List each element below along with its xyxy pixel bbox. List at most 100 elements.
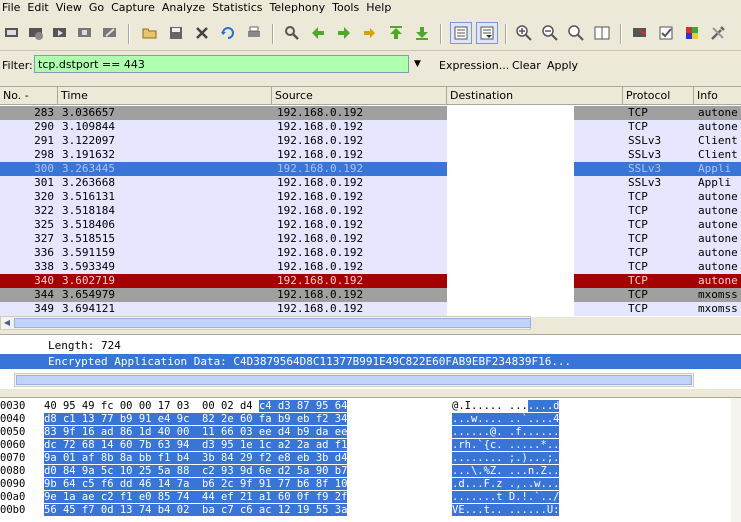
scroll-left-icon[interactable]: ◀ — [1, 317, 13, 329]
packet-row[interactable]: 291 3.122097 192.168.0.192 SSLv3 Client — [0, 134, 741, 148]
hex-ascii-selected: ......@. .f...... — [452, 426, 560, 438]
menu-statistics[interactable]: Statistics — [210, 0, 267, 16]
menu-edit[interactable]: Edit — [25, 0, 53, 16]
details-scroll-thumb[interactable] — [16, 375, 692, 385]
display-filters-icon[interactable] — [656, 23, 676, 43]
packet-protocol: TCP — [628, 204, 648, 217]
packet-row[interactable]: 322 3.518184 192.168.0.192 TCP autone — [0, 204, 741, 218]
packet-row[interactable]: 290 3.109844 192.168.0.192 TCP autone — [0, 120, 741, 134]
menu-telephony[interactable]: Telephony — [268, 0, 331, 16]
packet-time: 3.122097 — [62, 134, 115, 147]
capture-filters-icon[interactable] — [630, 23, 650, 43]
reload-icon[interactable] — [218, 23, 238, 43]
hex-row[interactable]: 0050 83 9f 16 ad 86 1d 40 00 11 66 03 ee … — [0, 426, 741, 438]
find-icon[interactable] — [282, 23, 302, 43]
hex-ascii: .......t D.!.`../ — [452, 491, 592, 503]
hex-row[interactable]: 00b0 56 45 f7 0d 13 74 b4 02 ba c7 c6 ac … — [0, 504, 741, 516]
hex-row[interactable]: 0060 dc 72 68 14 60 7b 63 94 d3 95 1e 1c … — [0, 439, 741, 451]
zoom-in-icon[interactable] — [514, 23, 534, 43]
packet-time: 3.518515 — [62, 232, 115, 245]
packet-list-scroll-thumb[interactable] — [14, 318, 531, 328]
packet-no: 320 — [34, 190, 54, 203]
packet-destination — [447, 274, 574, 288]
packet-source: 192.168.0.192 — [277, 176, 364, 189]
apply-button[interactable]: Apply — [547, 59, 578, 72]
preferences-icon[interactable] — [708, 23, 728, 43]
hex-bytes: 9b 64 c5 f6 dd 46 14 7a b6 2c 9f 91 77 b… — [44, 478, 429, 490]
autoscroll-icon[interactable] — [476, 22, 498, 44]
save-file-icon[interactable] — [166, 23, 186, 43]
hex-ascii: @.I..... .......d — [452, 400, 592, 412]
packet-protocol: TCP — [628, 106, 648, 119]
filter-history-dropdown-icon[interactable]: ▼ — [414, 59, 421, 69]
packet-row[interactable]: 327 3.518515 192.168.0.192 TCP autone — [0, 232, 741, 246]
packet-row[interactable]: 344 3.654979 192.168.0.192 TCP mxomss — [0, 288, 741, 302]
packet-destination — [447, 246, 574, 260]
column-header-no[interactable]: No. - — [0, 87, 58, 104]
forward-icon[interactable] — [334, 23, 354, 43]
menu-file[interactable]: File — [0, 0, 25, 16]
restart-capture-icon[interactable] — [100, 23, 120, 43]
capture-options-icon[interactable] — [26, 23, 46, 43]
packet-row[interactable]: 300 3.263445 192.168.0.192 SSLv3 Appli — [0, 162, 741, 176]
menu-analyze[interactable]: Analyze — [160, 0, 210, 16]
open-file-icon[interactable] — [140, 23, 160, 43]
packet-no: 344 — [34, 288, 54, 301]
clear-button[interactable]: Clear — [512, 59, 541, 72]
back-icon[interactable] — [308, 23, 328, 43]
hex-bytes: 83 9f 16 ad 86 1d 40 00 11 66 03 ee d4 b… — [44, 426, 429, 438]
detail-length-line[interactable]: Length: 724 — [0, 338, 741, 353]
expression-button[interactable]: Expression... — [439, 59, 509, 72]
detail-encrypted-data-line[interactable]: Encrypted Application Data: C4D3879564D8… — [0, 354, 741, 369]
packet-list-hscrollbar[interactable]: ◀ — [0, 316, 531, 330]
packet-row[interactable]: 336 3.591159 192.168.0.192 TCP autone — [0, 246, 741, 260]
details-hscrollbar[interactable] — [14, 373, 694, 387]
hex-row[interactable]: 0030 40 95 49 fc 00 00 17 03 00 02 d4 c4 … — [0, 400, 741, 412]
stop-capture-icon[interactable] — [75, 23, 95, 43]
interface-list-icon[interactable] — [2, 23, 22, 43]
start-capture-icon[interactable] — [50, 23, 70, 43]
coloring-rules-icon[interactable] — [682, 23, 702, 43]
packet-info: autone — [698, 260, 738, 273]
first-packet-icon[interactable] — [386, 23, 406, 43]
hex-bytes: d0 84 9a 5c 10 25 5a 88 c2 93 9d 6e d2 5… — [44, 465, 429, 477]
packet-row[interactable]: 325 3.518406 192.168.0.192 TCP autone — [0, 218, 741, 232]
menu-tools[interactable]: Tools — [330, 0, 364, 16]
close-file-icon[interactable] — [192, 23, 212, 43]
column-header-protocol[interactable]: Protocol — [623, 87, 694, 104]
hex-row[interactable]: 0090 9b 64 c5 f6 dd 46 14 7a b6 2c 9f 91 … — [0, 478, 741, 490]
column-header-source[interactable]: Source — [272, 87, 447, 104]
packet-row[interactable]: 340 3.602719 192.168.0.192 TCP autone — [0, 274, 741, 288]
zoom-normal-icon[interactable] — [566, 23, 586, 43]
packet-row[interactable]: 320 3.516131 192.168.0.192 TCP autone — [0, 190, 741, 204]
hex-row[interactable]: 00a0 9e 1a ae c2 f1 e0 85 74 44 ef 21 a1 … — [0, 491, 741, 503]
packet-row[interactable]: 283 3.036657 192.168.0.192 TCP autone — [0, 106, 741, 120]
packet-row[interactable]: 338 3.593349 192.168.0.192 TCP autone — [0, 260, 741, 274]
print-icon[interactable] — [244, 23, 264, 43]
last-packet-icon[interactable] — [412, 23, 432, 43]
column-header-destination[interactable]: Destination — [447, 87, 623, 104]
packet-info: autone — [698, 218, 738, 231]
hex-row[interactable]: 0080 d0 84 9a 5c 10 25 5a 88 c2 93 9d 6e … — [0, 465, 741, 477]
packet-row[interactable]: 301 3.263668 192.168.0.192 SSLv3 Appli — [0, 176, 741, 190]
packet-no: 301 — [34, 176, 54, 189]
hex-row[interactable]: 0040 d8 c1 13 77 b9 91 e4 9c 82 2e 60 fa … — [0, 413, 741, 425]
goto-packet-icon[interactable] — [360, 23, 380, 43]
column-header-info[interactable]: Info — [694, 87, 741, 104]
display-filter-input[interactable] — [34, 55, 409, 73]
packet-row[interactable]: 349 3.694121 192.168.0.192 TCP mxomss — [0, 302, 741, 316]
packet-source: 192.168.0.192 — [277, 120, 364, 133]
bytes-vscrollbar[interactable] — [731, 398, 741, 522]
menu-view[interactable]: View — [54, 0, 87, 16]
packet-row[interactable]: 298 3.191632 192.168.0.192 SSLv3 Client — [0, 148, 741, 162]
column-header-time[interactable]: Time — [58, 87, 272, 104]
hex-offset: 0060 — [0, 439, 26, 451]
menu-help[interactable]: Help — [364, 0, 396, 16]
hex-row[interactable]: 0070 9a 01 af 8b 8a bb f1 b4 3b 84 29 f2 … — [0, 452, 741, 464]
colorize-icon[interactable] — [450, 22, 472, 44]
menu-go[interactable]: Go — [87, 0, 109, 16]
resize-columns-icon[interactable] — [592, 23, 612, 43]
zoom-out-icon[interactable] — [540, 23, 560, 43]
packet-destination — [447, 134, 574, 148]
menu-capture[interactable]: Capture — [109, 0, 160, 16]
